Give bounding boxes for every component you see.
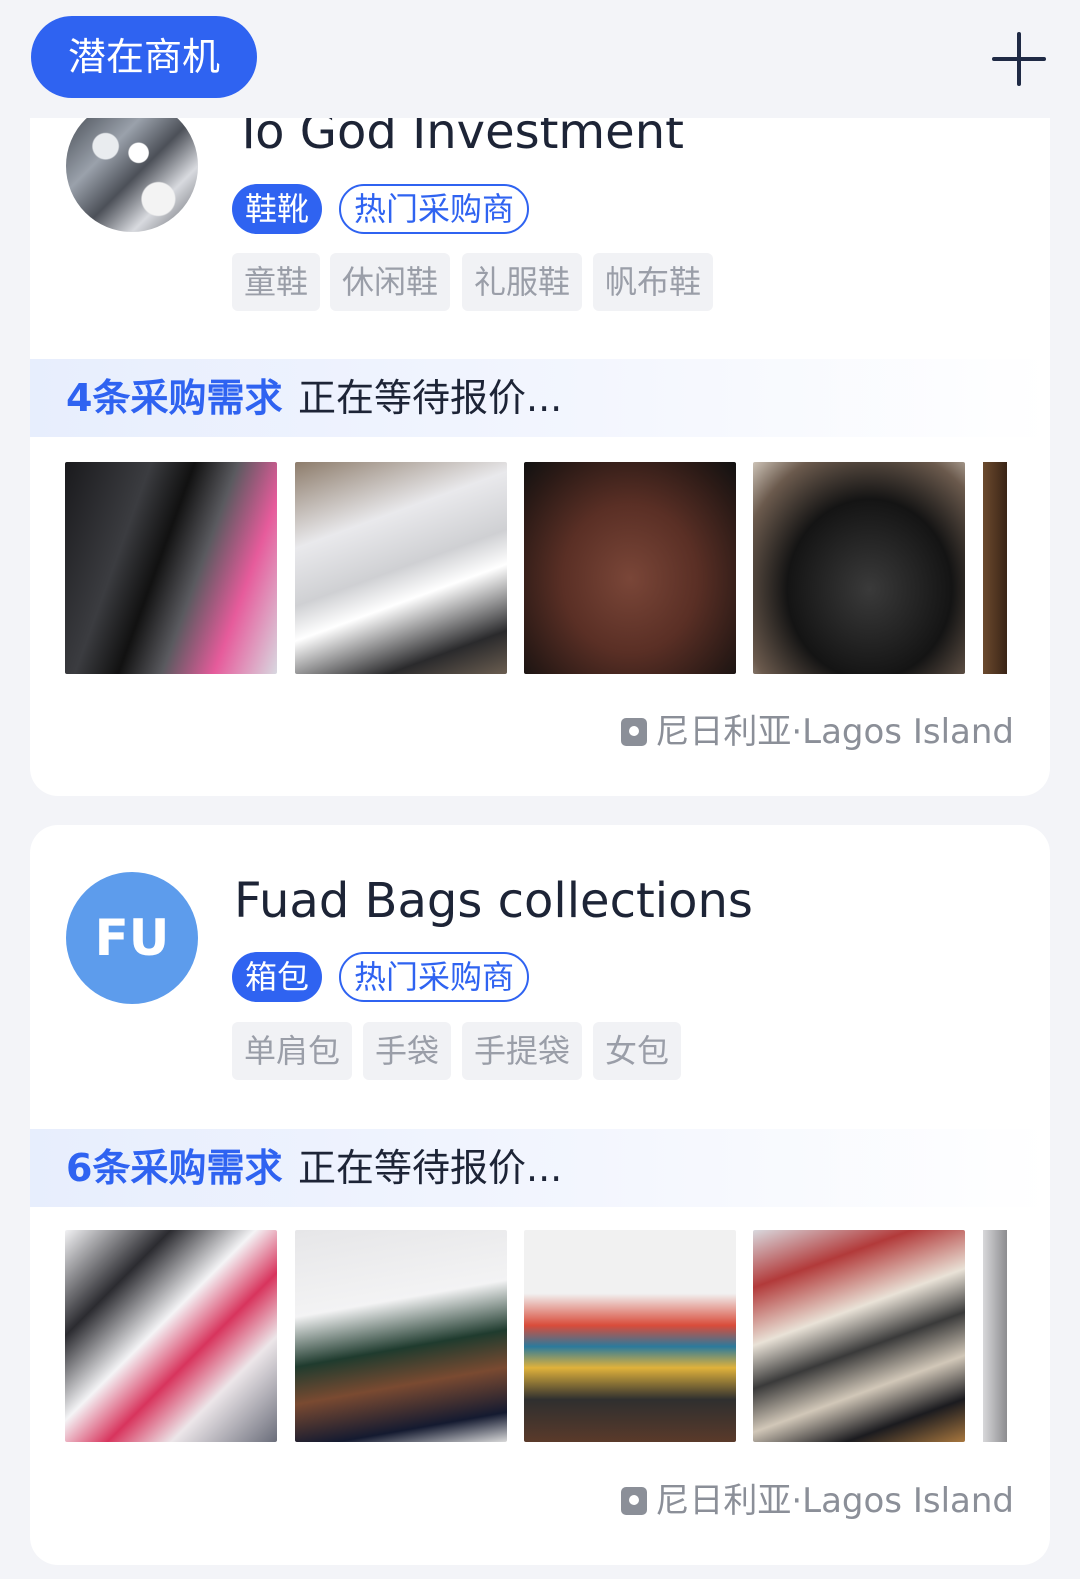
company-name: Fuad Bags collections <box>234 873 753 929</box>
purchase-request-banner[interactable]: 4条采购需求 正在等待报价... <box>30 359 1050 437</box>
purchase-request-banner[interactable]: 6条采购需求 正在等待报价... <box>30 1129 1050 1207</box>
product-tag: 手袋 <box>363 1022 451 1080</box>
request-count: 4条采购需求 <box>66 376 283 420</box>
product-image[interactable] <box>753 462 965 674</box>
product-image[interactable] <box>65 1230 277 1442</box>
tab-potential-opportunities[interactable]: 潜在商机 <box>31 16 257 98</box>
hot-buyer-badge: 热门采购商 <box>339 952 529 1002</box>
category-chip: 鞋靴 <box>232 184 322 234</box>
request-count: 6条采购需求 <box>66 1146 283 1190</box>
location-pin-icon <box>621 1487 648 1515</box>
plus-icon[interactable] <box>992 32 1046 86</box>
product-image[interactable] <box>983 462 1007 674</box>
status-text: 正在等待报价... <box>298 1146 563 1190</box>
buyer-card[interactable]: FU Fuad Bags collections 箱包 热门采购商 单肩包 手袋… <box>30 825 1050 1565</box>
product-image[interactable] <box>65 462 277 674</box>
product-tag: 童鞋 <box>232 253 320 311</box>
location: 尼日利亚·Lagos Island <box>621 704 1014 753</box>
top-bar: 潜在商机 <box>0 0 1080 118</box>
product-image[interactable] <box>983 1230 1007 1442</box>
location-text: 尼日利亚·Lagos Island <box>655 1481 1014 1521</box>
hot-buyer-badge: 热门采购商 <box>339 184 529 234</box>
avatar <box>66 100 198 232</box>
product-image[interactable] <box>524 1230 736 1442</box>
product-image[interactable] <box>524 462 736 674</box>
location-text: 尼日利亚·Lagos Island <box>655 712 1014 752</box>
product-tag: 女包 <box>593 1022 681 1080</box>
product-tag: 礼服鞋 <box>462 253 582 311</box>
product-tag: 休闲鞋 <box>330 253 450 311</box>
product-tag: 手提袋 <box>462 1022 582 1080</box>
product-image[interactable] <box>753 1230 965 1442</box>
location: 尼日利亚·Lagos Island <box>621 1473 1014 1522</box>
product-image[interactable] <box>295 1230 507 1442</box>
product-tag: 单肩包 <box>232 1022 352 1080</box>
buyer-card[interactable]: To God Investment 鞋靴 热门采购商 童鞋 休闲鞋 礼服鞋 帆布… <box>30 90 1050 796</box>
status-text: 正在等待报价... <box>298 376 563 420</box>
category-chip: 箱包 <box>232 952 322 1002</box>
product-tag: 帆布鞋 <box>593 253 713 311</box>
avatar: FU <box>66 872 198 1004</box>
product-image[interactable] <box>295 462 507 674</box>
location-pin-icon <box>621 718 648 746</box>
